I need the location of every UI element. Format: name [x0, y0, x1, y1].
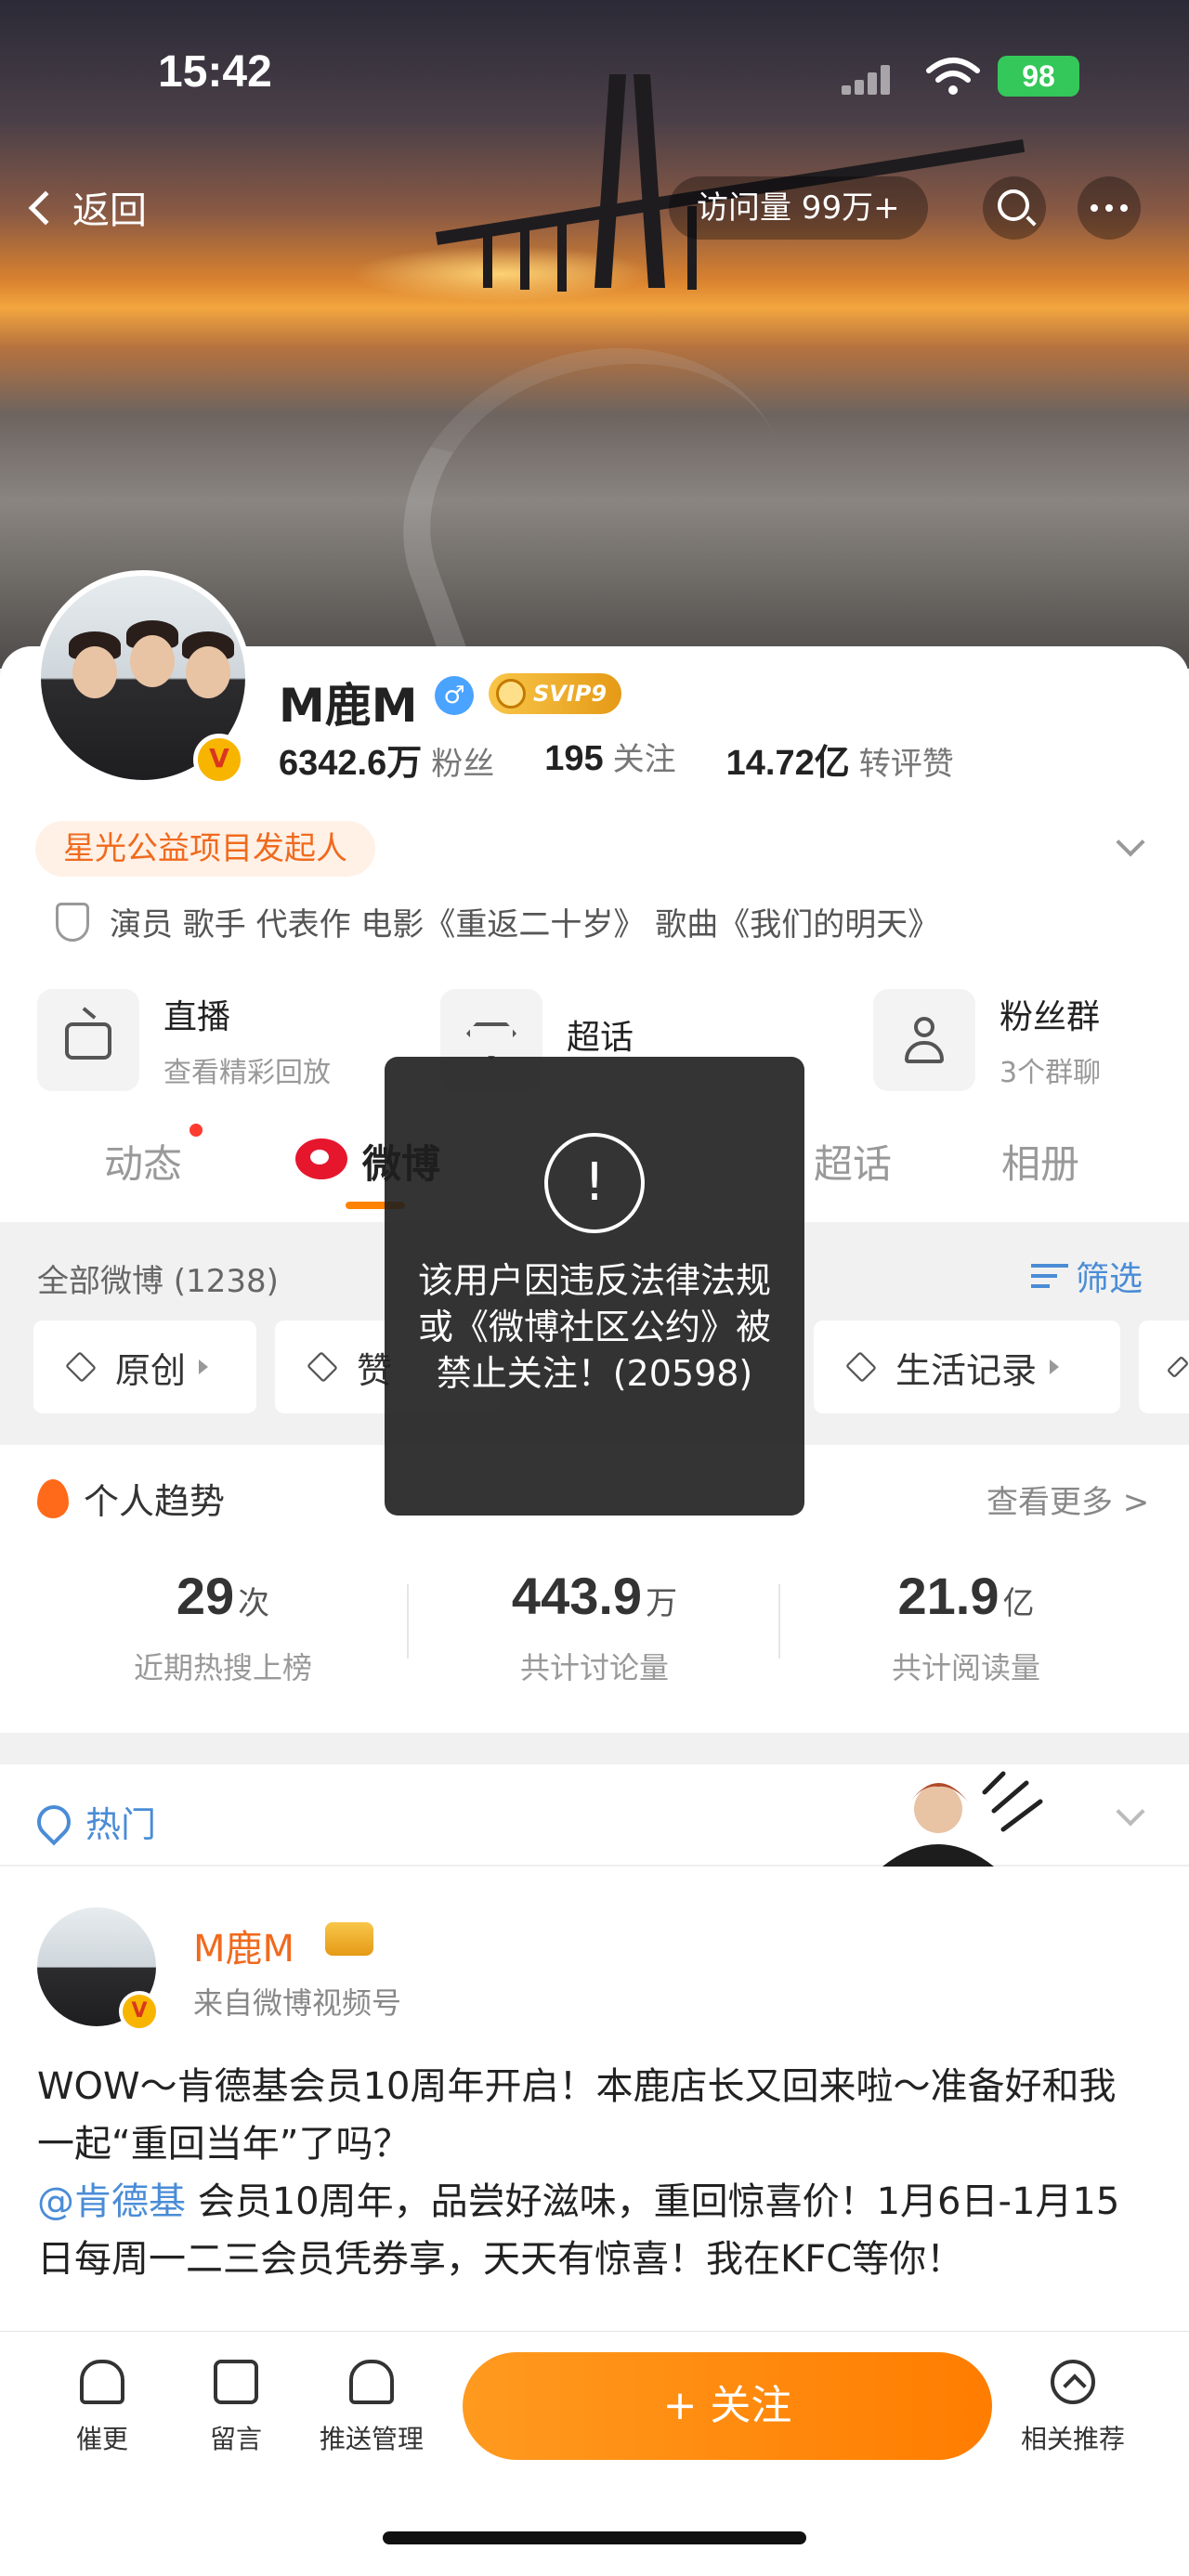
filter-title: 全部微博 (1238) [37, 1263, 279, 1300]
post-source: 来自微博视频号 [193, 1985, 402, 2021]
back-button[interactable]: 返回 [28, 180, 147, 234]
tab-dynamic[interactable]: 动态 [104, 1133, 182, 1190]
filter-button[interactable]: 筛选 [1031, 1252, 1143, 1300]
bell-icon [80, 2360, 124, 2404]
top-nav: 返回 访问量 99万+ [0, 176, 1189, 241]
followers-stat[interactable]: 6342.6万 粉丝 [279, 734, 494, 785]
filter-label: 筛选 [1076, 1260, 1143, 1298]
status-bar: 15:42 98 [0, 46, 1189, 111]
status-time: 15:42 [158, 47, 272, 97]
chip-original[interactable]: 原创 [33, 1321, 256, 1413]
location-pin-icon [30, 1798, 78, 1845]
mention-link[interactable]: @肯德基 [37, 2180, 186, 2223]
layers-icon [845, 1351, 877, 1383]
push-settings-button[interactable]: 推送管理 [314, 2360, 429, 2456]
following-stat[interactable]: 195 关注 [544, 734, 675, 785]
thumbs-up-icon [307, 1351, 338, 1383]
trend-title: 个人趋势 [37, 1473, 225, 1524]
home-indicator [383, 2531, 806, 2544]
verified-badge: V [193, 734, 245, 786]
chip-more[interactable] [1139, 1321, 1189, 1413]
verified-badge: V [119, 1991, 160, 2032]
svip-badge[interactable]: SVIP9 [489, 673, 622, 714]
post-text[interactable]: WOW～肯德基会员10周年开启！本鹿店长又回来啦～准备好和我一起“重回当年”了吗… [37, 2058, 1152, 2288]
chevron-left-icon [28, 190, 63, 226]
more-button[interactable] [1078, 176, 1141, 240]
hot-artwork-image [882, 1771, 1043, 1867]
chat-bubble-icon [214, 2360, 258, 2404]
tab-supertopic[interactable]: 超话 [814, 1133, 892, 1190]
wifi-icon [926, 58, 980, 95]
chip-life-record[interactable]: 生活记录 [814, 1321, 1120, 1413]
post-author[interactable]: M鹿M [193, 1919, 294, 1972]
more-icon [1091, 204, 1128, 212]
people-icon [873, 989, 975, 1091]
feature-title: 超话 [567, 1019, 634, 1057]
feature-live[interactable]: 直播 查看精彩回放 [37, 986, 331, 1094]
male-icon: ♂ [435, 676, 474, 715]
feature-subtitle: 查看精彩回放 [163, 1057, 331, 1089]
signal-icon [842, 63, 897, 95]
crown-icon [325, 1922, 373, 1956]
filter-icon [1031, 1262, 1068, 1290]
layers-icon [1166, 1355, 1189, 1379]
toast-message: 该用户因违反法律法规或《微博社区公约》被禁止关注！(20598) [417, 1260, 771, 1394]
tab-album[interactable]: 相册 [1001, 1133, 1079, 1190]
hot-section-header[interactable]: 热门 [0, 1764, 1189, 1867]
crown-icon [496, 679, 526, 709]
engagement-stat[interactable]: 14.72亿 转评赞 [726, 734, 954, 785]
feature-subtitle: 3个群聊 [1000, 1057, 1102, 1089]
trend-stat-hot-search[interactable]: 29 次 近期热搜上榜 [37, 1566, 409, 1687]
notification-dot [189, 1124, 203, 1137]
feature-title: 直播 [163, 998, 231, 1036]
profile-description: 演员 歌手 代表作 电影《重返二十岁》 歌曲《我们的明天》 [56, 899, 939, 944]
weibo-logo-icon [295, 1138, 347, 1179]
arrow-up-icon [1051, 2360, 1095, 2404]
bell-plus-icon [349, 2360, 394, 2404]
trend-stat-reads[interactable]: 21.9 亿 共计阅读量 [780, 1566, 1152, 1687]
exclamation-icon: ! [544, 1133, 645, 1233]
chevron-down-icon[interactable] [1116, 1797, 1145, 1827]
remind-button[interactable]: 催更 [46, 2360, 158, 2456]
visits-counter: 访问量 99万+ [669, 176, 928, 240]
chevron-right-icon [1050, 1360, 1060, 1374]
svip-label: SVIP9 [533, 681, 608, 707]
message-button[interactable]: 留言 [180, 2360, 292, 2456]
back-label: 返回 [72, 189, 147, 232]
feature-title: 粉丝群 [1000, 998, 1101, 1036]
beach-stream [357, 295, 832, 669]
related-button[interactable]: 相关推荐 [1014, 2360, 1131, 2456]
trend-stat-discussion[interactable]: 443.9 万 共计讨论量 [409, 1566, 780, 1687]
search-button[interactable] [983, 176, 1046, 240]
error-toast: ! 该用户因违反法律法规或《微博社区公约》被禁止关注！(20598) [385, 1057, 804, 1516]
shield-icon [56, 902, 89, 942]
description-text: 演员 歌手 代表作 电影《重返二十岁》 歌曲《我们的明天》 [110, 906, 940, 943]
weibo-post: V M鹿M 来自微博视频号 WOW～肯德基会员10周年开启！本鹿店长又回来啦～准… [0, 1867, 1189, 2349]
chevron-right-icon [199, 1360, 209, 1374]
battery-icon: 98 [998, 56, 1079, 97]
profile-stats: 6342.6万 粉丝 195 关注 14.72亿 转评赞 [279, 734, 954, 785]
search-icon [998, 189, 1029, 221]
tv-icon [37, 989, 139, 1091]
layers-icon [65, 1351, 97, 1383]
profile-tag[interactable]: 星光公益项目发起人 [35, 821, 375, 877]
feature-fan-group[interactable]: 粉丝群 3个群聊 [873, 986, 1101, 1094]
flame-icon [37, 1478, 69, 1518]
trend-more-link[interactable]: 查看更多 > [986, 1477, 1149, 1522]
hot-label: 热门 [30, 1796, 156, 1847]
follow-button[interactable]: + 关注 [463, 2352, 992, 2460]
profile-name: M鹿M [279, 679, 418, 733]
